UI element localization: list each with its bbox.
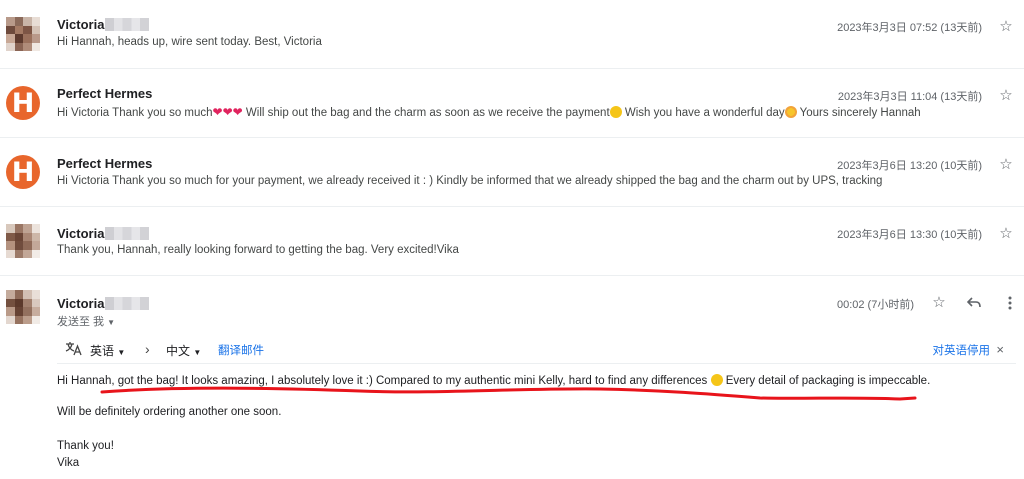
message-date: 00:02 (7小时前) <box>836 299 914 311</box>
reply-icon[interactable] <box>964 293 984 313</box>
sun-emoji-icon <box>784 106 797 118</box>
message-snippet: Hi Victoria Thank you so much❤❤❤ Will sh… <box>57 105 921 119</box>
redacted-name <box>105 297 150 310</box>
red-underline-annotation <box>100 386 917 401</box>
thread-message-3[interactable]: H Perfect Hermes Hi Victoria Thank you s… <box>0 138 1024 207</box>
star-icon[interactable]: ☆ <box>997 18 1015 36</box>
avatar <box>6 224 40 258</box>
redacted-name <box>105 227 150 240</box>
avatar <box>6 290 40 324</box>
message-snippet: Hi Victoria Thank you so much for your p… <box>57 175 883 187</box>
close-icon[interactable]: × <box>996 342 1004 357</box>
thread-message-2[interactable]: H Perfect Hermes Hi Victoria Thank you s… <box>0 69 1024 138</box>
chevron-down-icon: ▼ <box>117 348 126 357</box>
message-body-line: Thank you! <box>57 440 114 452</box>
sender-name: Perfect Hermes <box>57 86 153 101</box>
more-vert-icon[interactable] <box>1000 293 1020 313</box>
sender-name: Perfect Hermes <box>57 156 153 171</box>
heart-emoji-icon: ❤❤❤ <box>212 105 243 119</box>
smile-emoji-icon <box>609 106 622 118</box>
avatar <box>6 17 40 51</box>
translate-icon <box>65 341 82 359</box>
target-language-select[interactable]: 中文 ▼ <box>166 342 201 359</box>
chevron-down-icon: ▼ <box>193 348 202 357</box>
source-language-select[interactable]: 英语 ▼ <box>90 342 125 359</box>
redacted-name <box>105 18 150 31</box>
avatar: H <box>6 155 40 189</box>
star-icon[interactable]: ☆ <box>997 225 1015 243</box>
message-date: 2023年3月6日 13:30 (10天前) <box>837 229 982 241</box>
translate-message-link[interactable]: 翻译邮件 <box>218 342 264 358</box>
message-date: 2023年3月3日 11:04 (13天前) <box>837 91 982 103</box>
message-snippet: Hi Hannah, heads up, wire sent today. Be… <box>57 36 322 48</box>
star-icon[interactable]: ☆ <box>930 294 948 312</box>
message-snippet: Thank you, Hannah, really looking forwar… <box>57 244 459 256</box>
message-body-line: Will be definitely ordering another one … <box>57 406 282 418</box>
sender-name: Victoria <box>57 226 150 241</box>
sender-name: Victoria <box>57 17 150 32</box>
thread-message-4[interactable]: Victoria Thank you, Hannah, really looki… <box>0 207 1024 276</box>
chevron-down-icon: ▼ <box>107 318 115 327</box>
star-icon[interactable]: ☆ <box>997 87 1015 105</box>
recipient-dropdown[interactable]: 发送至 我 ▼ <box>57 313 115 329</box>
message-date: 2023年3月6日 13:20 (10天前) <box>837 160 982 172</box>
translate-bar: 英语 ▼ › 中文 ▼ 翻译邮件 对英语停用 × <box>57 336 1016 364</box>
message-date: 2023年3月3日 07:52 (13天前) <box>837 22 982 34</box>
thread-message-1[interactable]: Victoria Hi Hannah, heads up, wire sent … <box>0 0 1024 69</box>
disable-translation-link[interactable]: 对英语停用 <box>933 342 991 358</box>
star-icon[interactable]: ☆ <box>997 156 1015 174</box>
chevron-right-icon: › <box>145 341 150 357</box>
message-signature: Vika <box>57 457 80 469</box>
sender-name: Victoria <box>57 296 150 311</box>
avatar: H <box>6 86 40 120</box>
